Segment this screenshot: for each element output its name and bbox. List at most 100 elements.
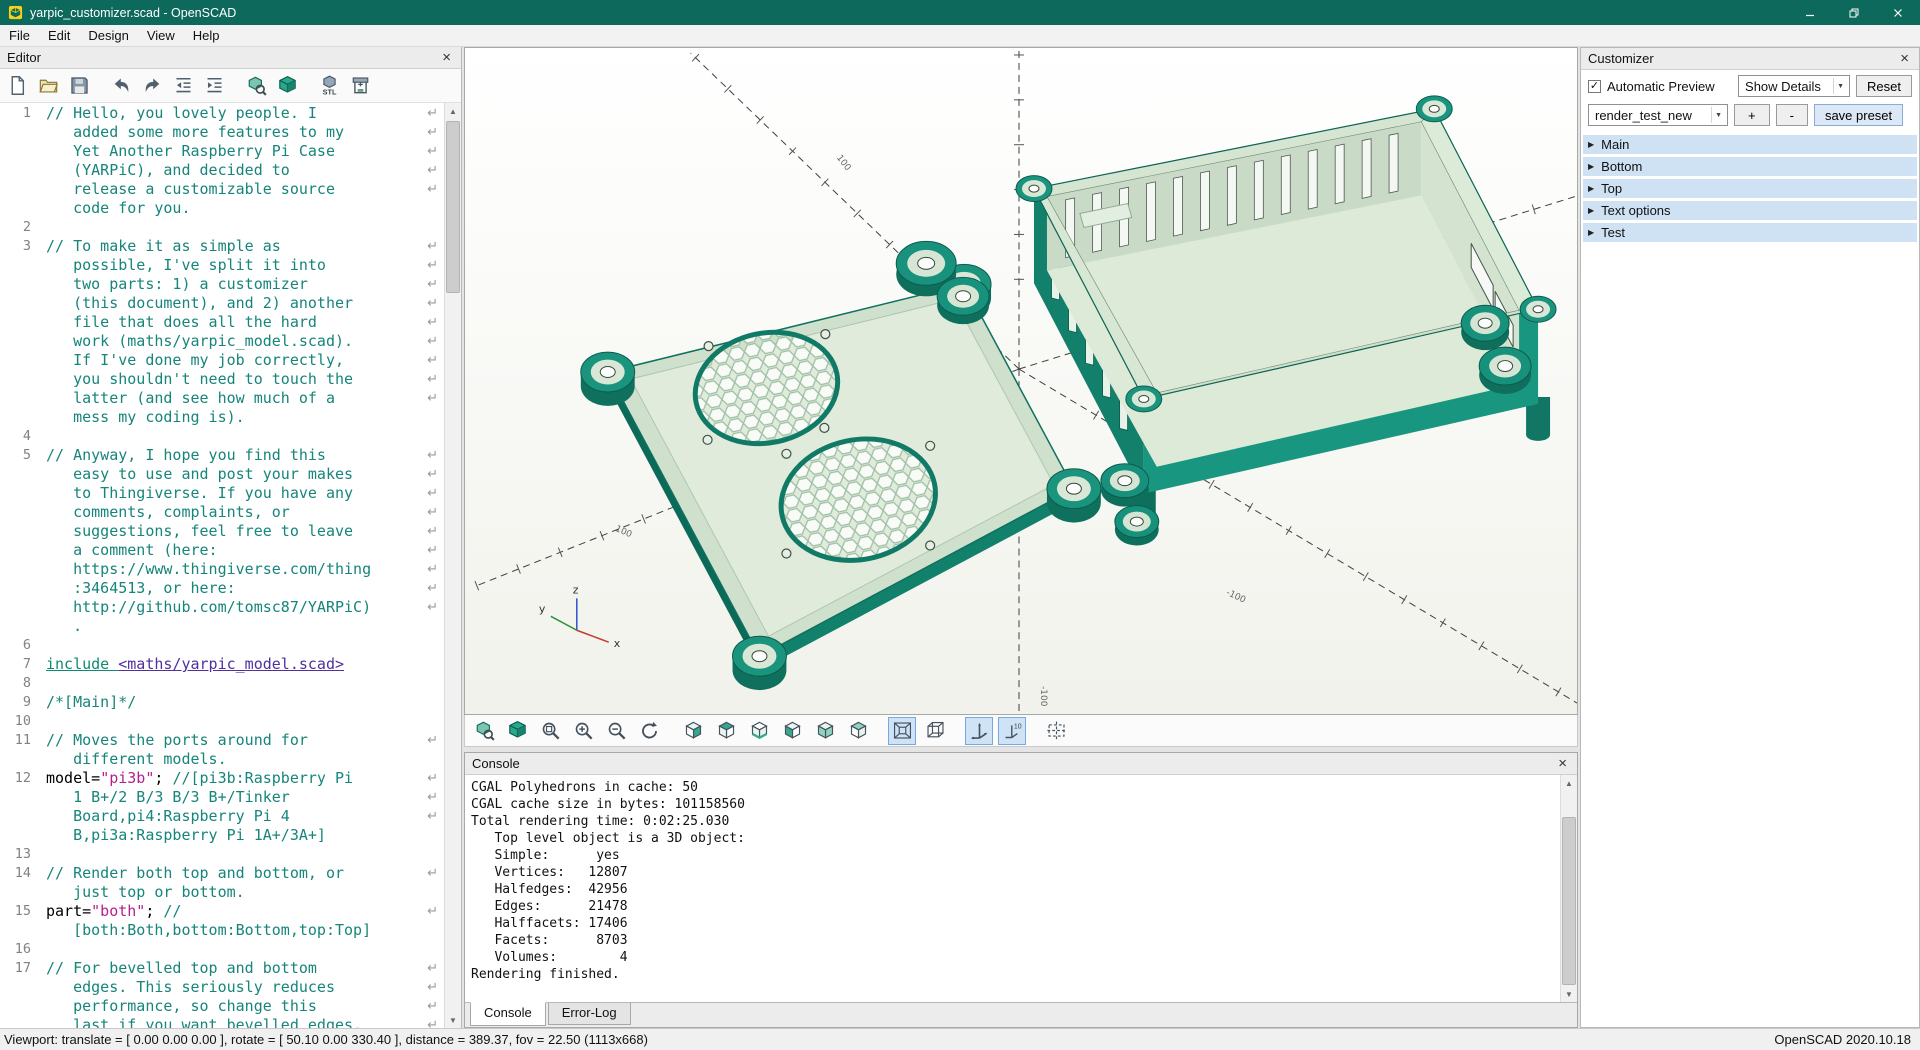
section-test[interactable]: ▶Test <box>1583 223 1917 242</box>
code-row: http://github.com/tomsc87/YARPiC)↵ <box>0 598 444 617</box>
code-line-text: easy to use and post your makes <box>40 465 353 484</box>
new-file-button[interactable] <box>3 72 31 100</box>
line-number: 2 <box>0 218 40 237</box>
unindent-button[interactable] <box>169 72 197 100</box>
line-number <box>0 256 40 275</box>
scroll-down-icon[interactable]: ▼ <box>1561 986 1577 1002</box>
preview-button[interactable] <box>242 72 270 100</box>
section-text-options[interactable]: ▶Text options <box>1583 201 1917 220</box>
maximize-button[interactable] <box>1832 0 1876 25</box>
line-number <box>0 598 40 617</box>
open-button[interactable] <box>34 72 62 100</box>
code-line-text: different models. <box>40 750 227 769</box>
wrap-marker-icon: ↵ <box>427 237 438 256</box>
menu-edit[interactable]: Edit <box>39 25 79 47</box>
code-row: 1// Hello, you lovely people. I↵ <box>0 104 444 123</box>
render-button[interactable] <box>273 72 301 100</box>
show-scale-markers-button[interactable]: 10 <box>998 717 1026 745</box>
remove-preset-button[interactable]: - <box>1776 104 1808 126</box>
console-content[interactable]: CGAL Polyhedrons in cache: 50CGAL cache … <box>465 775 1577 1002</box>
line-number <box>0 161 40 180</box>
view-top-button[interactable] <box>712 717 740 745</box>
tab-console[interactable]: Console <box>470 1002 546 1026</box>
undo-icon <box>111 75 132 96</box>
zoom-out-button[interactable] <box>602 717 630 745</box>
view-left-button[interactable] <box>778 717 806 745</box>
render-icon <box>277 75 298 96</box>
restore-icon <box>1848 7 1860 19</box>
undo-button[interactable] <box>107 72 135 100</box>
menu-design[interactable]: Design <box>79 25 137 47</box>
zoom-in-button[interactable] <box>569 717 597 745</box>
console-line: Top level object is a 3D object: <box>471 830 1571 847</box>
scroll-down-icon[interactable]: ▼ <box>445 1012 461 1028</box>
preview-button[interactable] <box>470 717 498 745</box>
wrap-marker-icon: ↵ <box>427 313 438 332</box>
editor-close-button[interactable]: × <box>439 50 454 65</box>
show-crosshairs-button[interactable] <box>1042 717 1070 745</box>
line-number <box>0 408 40 427</box>
code-line-text: possible, I've split it into <box>40 256 326 275</box>
minimize-button[interactable] <box>1788 0 1832 25</box>
console-panel: Console × CGAL Polyhedrons in cache: 50C… <box>464 752 1578 1028</box>
code-line-text: (YARPiC), and decided to <box>40 161 290 180</box>
wrap-marker-icon: ↵ <box>427 978 438 997</box>
section-bottom[interactable]: ▶Bottom <box>1583 157 1917 176</box>
menu-file[interactable]: File <box>0 25 39 47</box>
3d-viewport-canvas[interactable]: 100 100 -100 -100 <box>465 48 1577 714</box>
export-stl-button[interactable]: STL <box>315 72 343 100</box>
show-details-dropdown[interactable]: Show Details ▼ <box>1738 75 1850 97</box>
console-scrollbar-thumb[interactable] <box>1562 817 1576 985</box>
code-area[interactable]: 1// Hello, you lovely people. I↵ added s… <box>0 103 461 1028</box>
code-row: release a customizable source↵ <box>0 180 444 199</box>
view-back-button[interactable] <box>844 717 872 745</box>
redo-button[interactable] <box>138 72 166 100</box>
view-right-button[interactable] <box>679 717 707 745</box>
zoom-all-button[interactable] <box>536 717 564 745</box>
scroll-up-icon[interactable]: ▲ <box>445 103 461 119</box>
section-main[interactable]: ▶Main <box>1583 135 1917 154</box>
code-row: file that does all the hard↵ <box>0 313 444 332</box>
line-number <box>0 921 40 940</box>
editor-scrollbar-thumb[interactable] <box>446 121 460 293</box>
chevron-down-icon: ▼ <box>1711 107 1725 123</box>
indent-button[interactable] <box>200 72 228 100</box>
menu-help[interactable]: Help <box>184 25 229 47</box>
tab-error-log[interactable]: Error-Log <box>548 1003 631 1025</box>
add-preset-button[interactable]: + <box>1734 104 1770 126</box>
scroll-up-icon[interactable]: ▲ <box>1561 775 1577 791</box>
code-line-text <box>40 940 46 959</box>
preset-dropdown[interactable]: render_test_new ▼ <box>1588 104 1728 126</box>
close-button[interactable] <box>1876 0 1920 25</box>
view-orthogonal-button[interactable] <box>921 717 949 745</box>
customizer-close-button[interactable]: × <box>1897 51 1912 66</box>
console-close-button[interactable]: × <box>1555 756 1570 771</box>
line-number <box>0 123 40 142</box>
reset-button[interactable]: Reset <box>1856 75 1912 97</box>
reset-view-button[interactable] <box>635 717 663 745</box>
code-row: 4 <box>0 427 444 446</box>
wrap-marker-icon: ↵ <box>427 389 438 408</box>
preview-icon <box>246 75 267 96</box>
console-scrollbar[interactable]: ▲ ▼ <box>1560 775 1577 1002</box>
view-perspective-button[interactable] <box>888 717 916 745</box>
redo-icon <box>142 75 163 96</box>
save-button[interactable] <box>65 72 93 100</box>
print-3d-button[interactable] <box>346 72 374 100</box>
view-bottom-button[interactable] <box>745 717 773 745</box>
wrap-marker-icon: ↵ <box>427 788 438 807</box>
editor-scrollbar[interactable]: ▲ ▼ <box>444 103 461 1028</box>
view-front-button[interactable] <box>811 717 839 745</box>
automatic-preview-checkbox[interactable]: ✓ <box>1588 80 1601 93</box>
code-line-text: (this document), and 2) another <box>40 294 353 313</box>
line-number <box>0 522 40 541</box>
code-line-text: last if you want bevelled edges. <box>40 1016 362 1028</box>
render-button[interactable] <box>503 717 531 745</box>
show-axes-button[interactable] <box>965 717 993 745</box>
menu-view[interactable]: View <box>138 25 184 47</box>
code-row: possible, I've split it into↵ <box>0 256 444 275</box>
save-preset-button[interactable]: save preset <box>1814 104 1903 126</box>
window-title: yarpic_customizer.scad - OpenSCAD <box>30 6 236 20</box>
console-line: Halffacets: 17406 <box>471 915 1571 932</box>
section-top[interactable]: ▶Top <box>1583 179 1917 198</box>
